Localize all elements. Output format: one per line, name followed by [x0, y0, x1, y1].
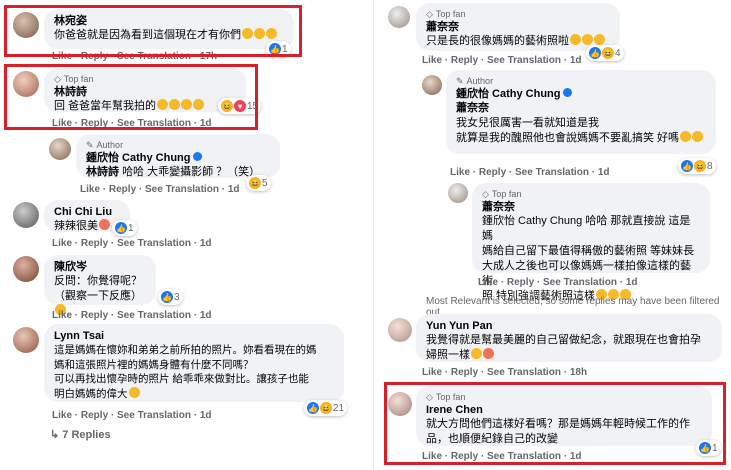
- comment-actions[interactable]: Like · Reply · See Translation · 1d: [478, 277, 638, 288]
- comment-text: 鍾欣怡 Cathy Chung 哈哈 那就直接說 這是媽 媽給自己留下最值得稱傲…: [482, 215, 695, 302]
- highlight-box: [4, 64, 258, 130]
- comment-bubble: 陳欣岑 反問：你覺得呢？ （觀察一下反應）: [44, 255, 156, 315]
- comment-bubble: Yun Yun Pan 我覺得就是幫最美麗的自己留做紀念，就跟現在也會拍孕 婦照…: [416, 314, 722, 362]
- reaction-count[interactable]: 👍 1: [112, 220, 137, 236]
- comment-text: 我覺得就是幫最美麗的自己留做紀念，就跟現在也會拍孕 婦照一樣: [426, 334, 701, 361]
- pen-icon: ✎: [456, 75, 464, 86]
- laugh-emoji-icon: [582, 34, 593, 45]
- comment-bubble: ◇ Top fan 蕭奈奈 鍾欣怡 Cathy Chung 哈哈 那就直接說 這是…: [472, 183, 710, 302]
- author-badge: ✎ Author: [86, 139, 124, 151]
- like-reaction-icon: 👍: [681, 160, 693, 172]
- comment-author[interactable]: 蕭奈奈: [426, 20, 610, 34]
- left-comments-column: 林宛姿 你爸爸就是因為看到這個現在才有你們 👍 1 Like · Reply · …: [0, 0, 368, 470]
- kiss-emoji-icon: [471, 348, 482, 359]
- avatar[interactable]: [13, 202, 39, 228]
- diamond-icon: ◇: [482, 188, 489, 199]
- haha-reaction-icon: 😆: [249, 177, 261, 189]
- comment-text: 我女兒很厲害一看就知道是我 就算是我的醜照他也會說媽媽不要亂搞笑 好嗎: [456, 117, 680, 144]
- laugh-emoji-icon: [570, 34, 581, 45]
- top-fan-badge: ◇ Top fan: [482, 188, 522, 200]
- comment-text: 哈哈 大乖變攝影師 ？（笑）: [122, 166, 261, 178]
- right-comments-column: ◇ Top fan 蕭奈奈 只是長的很像媽媽的藝術照啦 👍 😆 4 Like · Re…: [382, 0, 731, 470]
- comment-author[interactable]: 鍾欣怡 Cathy Chung: [456, 88, 561, 100]
- comment-actions[interactable]: Like · Reply · See Translation · 1d: [450, 167, 610, 178]
- comment-author[interactable]: Chi Chi Liu: [54, 205, 120, 219]
- comment-text: 反問：你覺得呢？ （觀察一下反應）: [54, 275, 142, 302]
- highlight-box: [384, 382, 726, 465]
- comment-actions[interactable]: Like · Reply · See Translation · 1d: [52, 310, 212, 321]
- avatar[interactable]: [388, 6, 410, 28]
- comment-bubble: ✎ Author 鍾欣怡 Cathy Chung 林詩詩 哈哈 大乖變攝影師 ？（…: [76, 134, 280, 178]
- comment-actions[interactable]: Like · Reply · See Translation · 1d: [422, 55, 582, 66]
- reaction-count[interactable]: 😆 5: [246, 175, 271, 191]
- comment-author[interactable]: 蕭奈奈: [482, 200, 700, 214]
- highlight-box: [4, 5, 302, 57]
- heart-eyes-emoji-icon: [99, 219, 110, 230]
- like-reaction-icon: 👍: [307, 402, 319, 414]
- verified-icon: [192, 152, 202, 161]
- comment-actions[interactable]: Like · Reply · See Translation · 1d: [52, 238, 212, 249]
- reply-arrow-icon: ↳: [50, 429, 60, 441]
- comment-actions[interactable]: Like · Reply · See Translation · 1d: [52, 410, 212, 421]
- comment-bubble: ◇ Top fan 蕭奈奈 只是長的很像媽媽的藝術照啦: [416, 3, 620, 51]
- mention-link[interactable]: 蕭奈奈: [456, 102, 489, 114]
- comment-actions[interactable]: Like · Reply · See Translation · 18h: [422, 367, 587, 378]
- like-reaction-icon: 👍: [115, 222, 127, 234]
- comment-author[interactable]: Yun Yun Pan: [426, 319, 712, 333]
- smile-emoji-icon: [128, 386, 140, 398]
- view-replies-link[interactable]: ↳ 7 Replies: [50, 428, 111, 441]
- comment-text: 辣辣很美: [54, 220, 98, 232]
- diamond-icon: ◇: [426, 8, 433, 19]
- pen-icon: ✎: [86, 139, 94, 150]
- comment-text: 這是媽媽在懷妳和弟弟之前所拍的照片。妳看看現在的媽 媽和這張照片裡的媽媽身體有什…: [54, 344, 317, 400]
- comment-author[interactable]: 鍾欣怡 Cathy Chung: [86, 152, 191, 164]
- laugh-emoji-icon: [594, 34, 605, 45]
- reaction-count[interactable]: 👍 😆 8: [678, 158, 716, 174]
- haha-reaction-icon: 😆: [694, 160, 706, 172]
- comment-bubble: ✎ Author 鍾欣怡 Cathy Chung 蕭奈奈 我女兒很厲害一看就知道是…: [446, 70, 716, 154]
- laugh-emoji-icon: [680, 131, 692, 142]
- avatar[interactable]: [13, 256, 39, 282]
- avatar[interactable]: [422, 75, 442, 95]
- avatar[interactable]: [49, 138, 71, 160]
- avatar[interactable]: [448, 183, 468, 203]
- column-divider: [373, 0, 374, 470]
- haha-reaction-icon: 😆: [602, 47, 614, 59]
- author-badge: ✎ Author: [456, 75, 494, 87]
- laugh-emoji-icon: [692, 131, 704, 142]
- comment-author[interactable]: 陳欣岑: [54, 260, 146, 274]
- avatar[interactable]: [13, 327, 39, 353]
- comment-author[interactable]: Lynn Tsai: [54, 329, 334, 343]
- haha-reaction-icon: 😆: [320, 402, 332, 414]
- comment-text: 只是長的很像媽媽的藝術照啦: [426, 35, 569, 47]
- reaction-count[interactable]: 👍 3: [158, 289, 183, 305]
- heart-eyes-emoji-icon: [483, 348, 494, 359]
- mention-link[interactable]: 林詩詩: [86, 166, 119, 178]
- comment-bubble: Lynn Tsai 這是媽媽在懷妳和弟弟之前所拍的照片。妳看看現在的媽 媽和這張…: [44, 324, 344, 402]
- verified-icon: [562, 88, 572, 97]
- reaction-count[interactable]: 👍 😆 21: [304, 400, 348, 416]
- like-reaction-icon: 👍: [161, 291, 173, 303]
- comment-actions[interactable]: Like · Reply · See Translation · 1d: [80, 184, 240, 195]
- top-fan-badge: ◇ Top fan: [426, 8, 466, 20]
- reaction-count[interactable]: 👍 😆 4: [586, 45, 624, 61]
- avatar[interactable]: [388, 318, 412, 342]
- like-reaction-icon: 👍: [589, 47, 601, 59]
